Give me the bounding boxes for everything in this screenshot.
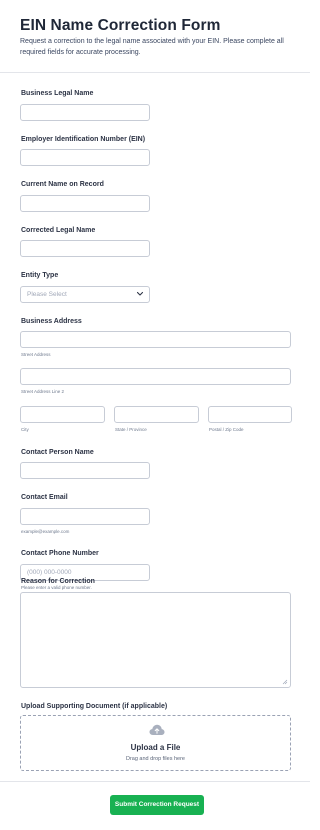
contact-email-label: Contact Email (21, 494, 68, 501)
form-subtitle: Request a correction to the legal name a… (20, 38, 284, 56)
upload-title: Upload a File (130, 743, 181, 752)
zip-input[interactable] (208, 406, 292, 423)
form-title: EIN Name Correction Form (20, 17, 221, 34)
resize-handle-icon[interactable] (282, 679, 288, 685)
submit-button[interactable]: Submit Correction Request (110, 795, 204, 815)
zip-sublabel: Postal / Zip Code (209, 427, 244, 432)
street-address-input[interactable] (20, 331, 291, 348)
contact-phone-sublabel: Please enter a valid phone number. (21, 585, 92, 590)
contact-phone-placeholder: (000) 000-0000 (27, 569, 72, 576)
city-input[interactable] (20, 406, 105, 423)
upload-label: Upload Supporting Document (if applicabl… (21, 703, 168, 710)
cloud-upload-icon (149, 724, 165, 735)
footer-divider (0, 781, 310, 782)
current-name-label: Current Name on Record (21, 181, 104, 188)
state-sublabel: State / Province (115, 427, 147, 432)
contact-phone-label: Contact Phone Number (21, 550, 99, 557)
ein-label: Employer Identification Number (EIN) (21, 136, 146, 143)
entity-type-select[interactable]: Please Select (20, 286, 150, 303)
chevron-down-icon (136, 291, 144, 296)
contact-email-sublabel: example@example.com (21, 529, 70, 534)
current-name-input[interactable] (20, 195, 150, 212)
street-address-line2-sublabel: Street Address Line 2 (21, 389, 65, 394)
reason-label: Reason for Correction (21, 578, 95, 585)
form-header: EIN Name Correction Form Request a corre… (0, 0, 310, 73)
business-legal-name-input[interactable] (20, 104, 150, 121)
upload-subtitle: Drag and drop files here (125, 756, 185, 762)
corrected-name-input[interactable] (20, 240, 150, 257)
business-address-label: Business Address (21, 318, 82, 325)
contact-name-input[interactable] (20, 462, 150, 479)
reason-textarea[interactable] (20, 592, 291, 688)
contact-name-label: Contact Person Name (21, 449, 94, 456)
corrected-name-label: Corrected Legal Name (21, 227, 96, 234)
file-upload-dropzone[interactable]: Upload a File Drag and drop files here (20, 715, 291, 771)
entity-type-label: Entity Type (21, 272, 59, 279)
business-legal-name-label: Business Legal Name (21, 90, 94, 97)
entity-type-selected-value: Please Select (27, 291, 67, 298)
state-input[interactable] (114, 406, 199, 423)
street-address-sublabel: Street Address (21, 352, 51, 357)
contact-email-input[interactable] (20, 508, 150, 525)
street-address-line2-input[interactable] (20, 368, 291, 385)
city-sublabel: City (21, 427, 29, 432)
ein-input[interactable] (20, 149, 150, 166)
